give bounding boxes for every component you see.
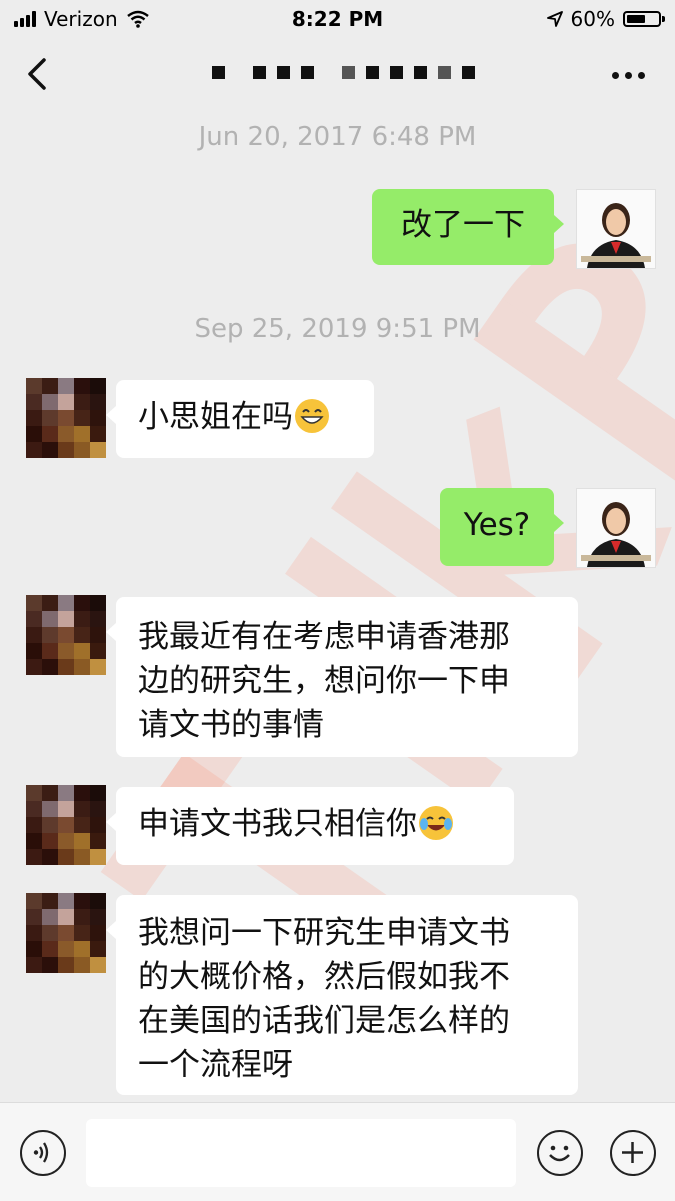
grinning-face-icon — [295, 399, 329, 433]
person-avatar-icon — [577, 190, 655, 268]
contact-avatar-pixelated[interactable] — [26, 595, 106, 675]
outgoing-message[interactable]: Yes? — [440, 488, 564, 566]
battery-icon — [623, 11, 665, 27]
incoming-message[interactable]: 我最近有在考虑申请香港那 边的研究生，想问你一下申 请文书的事情 — [106, 597, 578, 757]
timestamp: Jun 20, 2017 6:48 PM — [198, 122, 477, 152]
voice-icon[interactable] — [20, 1130, 66, 1176]
message-line: 一个流程呀 — [138, 1047, 293, 1083]
my-avatar[interactable] — [576, 488, 656, 568]
message-text: 申请文书我只相信你 — [138, 806, 417, 842]
chevron-left-icon[interactable] — [22, 54, 58, 94]
message-line: 的大概价格，然后假如我不 — [138, 959, 510, 995]
message-text: 小思姐在吗 — [138, 399, 293, 435]
contact-avatar-pixelated[interactable] — [26, 378, 106, 458]
crying-laughing-icon — [419, 806, 453, 840]
incoming-message[interactable]: 小思姐在吗 — [106, 380, 374, 458]
input-bar — [0, 1102, 675, 1201]
outgoing-message[interactable]: 改了一下 — [372, 189, 564, 265]
person-avatar-icon — [577, 489, 655, 567]
contact-avatar-pixelated[interactable] — [26, 785, 106, 865]
location-arrow-icon — [546, 11, 563, 27]
message-line: 边的研究生，想问你一下申 — [138, 663, 510, 699]
message-input[interactable] — [86, 1119, 516, 1187]
plus-icon[interactable] — [610, 1130, 656, 1176]
message-line: 我想问一下研究生申请文书 — [138, 915, 510, 951]
emoji-icon[interactable] — [537, 1130, 583, 1176]
message-line: 我最近有在考虑申请香港那 — [138, 619, 510, 655]
more-dots-icon[interactable] — [612, 72, 645, 79]
message-text: 改了一下 — [401, 207, 525, 243]
my-avatar[interactable] — [576, 189, 656, 269]
chat-header — [0, 38, 675, 114]
battery-percent: 60% — [570, 7, 615, 31]
message-text: Yes? — [463, 507, 531, 543]
status-bar: Verizon 8:22 PM 60% — [0, 0, 675, 38]
contact-avatar-pixelated[interactable] — [26, 893, 106, 973]
message-line: 在美国的话我们是怎么样的 — [138, 1003, 510, 1039]
chat-title-redacted — [212, 66, 475, 79]
message-line: 请文书的事情 — [138, 707, 324, 743]
incoming-message[interactable]: 申请文书我只相信你 — [106, 787, 514, 865]
timestamp: Sep 25, 2019 9:51 PM — [194, 314, 481, 344]
incoming-message[interactable]: 我想问一下研究生申请文书 的大概价格，然后假如我不 在美国的话我们是怎么样的 一… — [106, 895, 578, 1095]
